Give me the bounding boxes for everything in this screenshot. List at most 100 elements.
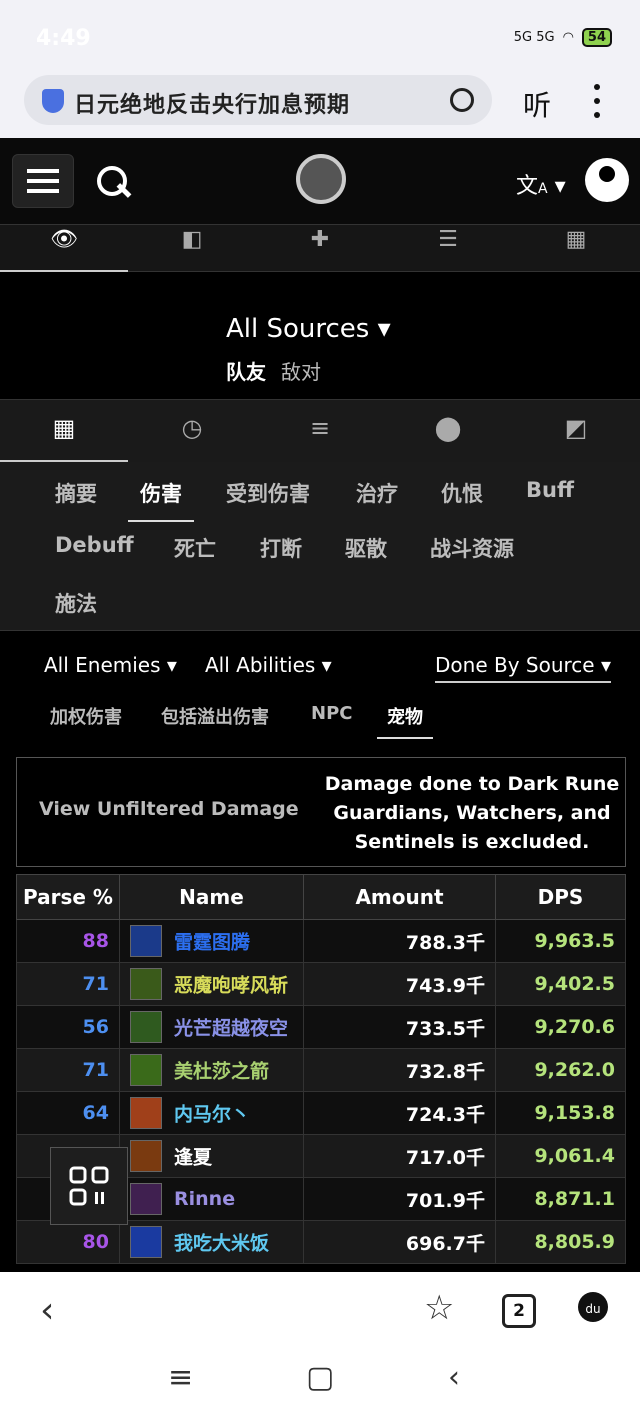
name-cell[interactable]: 逢夏 <box>119 1134 304 1178</box>
system-menu-icon[interactable]: ≡ <box>168 1360 193 1395</box>
enemies-dropdown[interactable]: All Enemies ▾ <box>44 653 177 677</box>
category-tab[interactable]: 施法 <box>55 588 97 618</box>
search-icon[interactable] <box>450 88 474 112</box>
amount-cell: 701.9千 <box>303 1177 496 1221</box>
category-tab[interactable]: 伤害 <box>128 478 194 522</box>
amount-cell: 732.8千 <box>303 1048 496 1092</box>
category-tab[interactable]: 摘要 <box>55 478 97 508</box>
system-back-icon[interactable]: ‹ <box>448 1360 460 1395</box>
name-cell[interactable]: 雷霆图腾 <box>119 919 304 963</box>
player-name[interactable]: Rinne <box>174 1188 235 1210</box>
grid-icon[interactable]: ▦ <box>0 400 128 462</box>
clock-icon[interactable]: ◷ <box>128 400 256 462</box>
qr-icon <box>69 1166 109 1206</box>
header-amount[interactable]: Amount <box>303 874 496 920</box>
dps-cell: 9,061.4 <box>495 1134 626 1178</box>
spec-icon <box>130 1097 162 1129</box>
name-cell[interactable]: 内马尔丶 <box>119 1091 304 1135</box>
option-pets[interactable]: 宠物 <box>377 703 433 739</box>
sort-icon[interactable]: ☰ <box>384 225 512 271</box>
translate-icon[interactable]: 文A ▾ <box>516 168 566 200</box>
amount-cell: 743.9千 <box>303 962 496 1006</box>
hamburger-menu-button[interactable] <box>12 154 74 208</box>
parse-cell: 71 <box>16 962 120 1006</box>
category-tab[interactable]: Buff <box>526 478 574 502</box>
table-row[interactable]: 71 美杜莎之箭 732.8千 9,262.0 <box>16 1048 626 1092</box>
name-cell[interactable]: 恶魔咆哮风斩 <box>119 962 304 1006</box>
browser-bottom-nav <box>0 1272 640 1422</box>
abilities-dropdown[interactable]: All Abilities ▾ <box>205 653 332 677</box>
table-row[interactable]: 88 雷霆图腾 788.3千 9,963.5 <box>16 919 626 963</box>
done-by-dropdown[interactable]: Done By Source ▾ <box>435 653 611 683</box>
amount-cell: 788.3千 <box>303 919 496 963</box>
damage-notice-box: View Unfiltered Damage Damage done to Da… <box>16 757 626 867</box>
category-tab[interactable]: 战斗资源 <box>430 533 514 563</box>
compare-icon[interactable]: ◧ <box>128 225 256 271</box>
parse-cell: 80 <box>16 1220 120 1264</box>
pin-icon[interactable]: ⬤ <box>384 400 512 462</box>
category-tab[interactable]: 仇恨 <box>441 478 483 508</box>
widgets-icon[interactable]: ◩ <box>512 400 640 462</box>
name-cell[interactable]: 我吃大米饭 <box>119 1220 304 1264</box>
puzzle-icon[interactable]: ✚ <box>256 225 384 271</box>
category-tab[interactable]: 受到伤害 <box>226 478 310 508</box>
player-name[interactable]: 我吃大米饭 <box>174 1233 269 1255</box>
table-row[interactable]: 80 我吃大米饭 696.7千 8,805.9 <box>16 1220 626 1264</box>
site-logo[interactable] <box>296 154 346 204</box>
account-avatar-icon[interactable] <box>585 158 629 202</box>
table-header-row: Parse % Name Amount DPS <box>16 874 626 920</box>
header-dps[interactable]: DPS <box>495 874 626 920</box>
table-row[interactable]: 64 内马尔丶 724.3千 9,153.8 <box>16 1091 626 1135</box>
name-cell[interactable]: 美杜莎之箭 <box>119 1048 304 1092</box>
tab-count-button[interactable]: 2 <box>502 1294 536 1328</box>
category-tab[interactable]: 驱散 <box>345 533 387 563</box>
shield-icon <box>42 89 64 113</box>
player-name[interactable]: 逢夏 <box>174 1147 212 1169</box>
dps-cell: 8,871.1 <box>495 1177 626 1221</box>
sub-tab-bar: ▦ ◷ ≡ ⬤ ◩ <box>0 399 640 463</box>
parse-cell: 56 <box>16 1005 120 1049</box>
category-tab[interactable]: 治疗 <box>356 478 398 508</box>
baidu-paw-icon[interactable]: du <box>578 1292 608 1322</box>
name-cell[interactable]: Rinne <box>119 1177 304 1221</box>
dps-cell: 9,153.8 <box>495 1091 626 1135</box>
option-npc[interactable]: NPC <box>311 703 352 724</box>
player-name[interactable]: 美杜莎之箭 <box>174 1061 269 1083</box>
spec-icon <box>130 1054 162 1086</box>
category-tab[interactable]: 打断 <box>260 533 302 563</box>
table-row[interactable]: 56 光芒超越夜空 733.5千 9,270.6 <box>16 1005 626 1049</box>
film-icon[interactable]: ▦ <box>512 225 640 271</box>
player-name[interactable]: 恶魔咆哮风斩 <box>174 975 288 997</box>
bookmark-star-icon[interactable]: ☆ <box>424 1288 454 1328</box>
more-menu-icon[interactable] <box>594 84 602 118</box>
listen-button[interactable]: 听 <box>523 84 551 124</box>
friendly-toggle[interactable]: 队友 <box>226 356 266 385</box>
view-unfiltered-link[interactable]: View Unfiltered Damage <box>39 798 299 820</box>
dps-cell: 9,262.0 <box>495 1048 626 1092</box>
view-tab-bar: 👁 ◧ ✚ ☰ ▦ <box>0 225 640 272</box>
option-weighted-damage[interactable]: 加权伤害 <box>50 703 122 729</box>
category-tab[interactable]: 死亡 <box>174 533 216 563</box>
table-row[interactable]: 71 恶魔咆哮风斩 743.9千 9,402.5 <box>16 962 626 1006</box>
enemy-toggle[interactable]: 敌对 <box>281 356 321 385</box>
category-tab[interactable]: Debuff <box>55 533 134 557</box>
parse-cell: 71 <box>16 1048 120 1092</box>
status-time: 4:49 <box>36 26 91 51</box>
list-icon[interactable]: ≡ <box>256 400 384 462</box>
player-name[interactable]: 雷霆图腾 <box>174 932 250 954</box>
back-icon[interactable]: ‹ <box>40 1290 54 1331</box>
dps-cell: 9,402.5 <box>495 962 626 1006</box>
header-name[interactable]: Name <box>119 874 304 920</box>
name-cell[interactable]: 光芒超越夜空 <box>119 1005 304 1049</box>
header-parse[interactable]: Parse % <box>16 874 120 920</box>
system-home-icon[interactable]: ▢ <box>306 1360 334 1395</box>
option-include-overkill[interactable]: 包括溢出伤害 <box>161 703 269 729</box>
qr-code-button[interactable] <box>50 1147 128 1225</box>
exclusion-message: Damage done to Dark Rune Guardians, Watc… <box>324 773 620 853</box>
dps-cell: 9,270.6 <box>495 1005 626 1049</box>
eye-icon[interactable]: 👁 <box>0 225 128 272</box>
player-name[interactable]: 光芒超越夜空 <box>174 1018 288 1040</box>
all-sources-dropdown[interactable]: All Sources ▾ <box>226 314 391 344</box>
player-name[interactable]: 内马尔丶 <box>174 1104 250 1126</box>
address-bar[interactable]: 日元绝地反击央行加息预期 <box>24 75 492 125</box>
